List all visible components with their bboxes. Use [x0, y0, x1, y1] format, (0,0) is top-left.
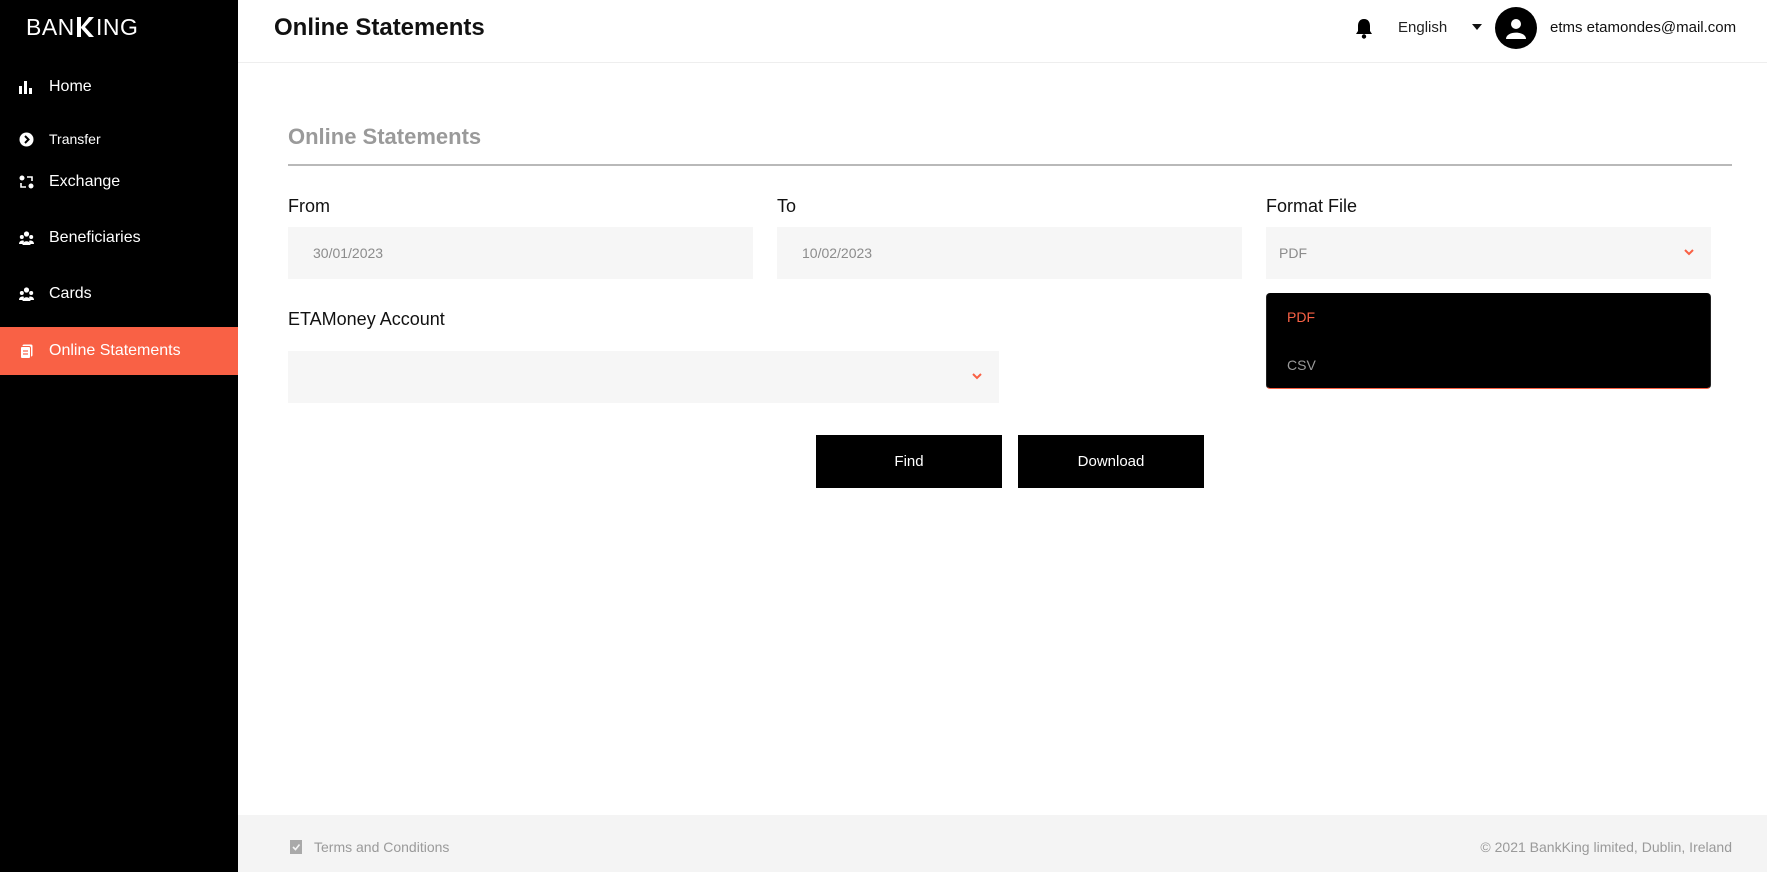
section-divider: [288, 164, 1732, 166]
svg-text:ING: ING: [96, 14, 138, 40]
chevron-down-icon: [1684, 249, 1694, 256]
sidebar-item-label: Cards: [49, 285, 92, 302]
from-label: From: [288, 196, 330, 216]
footer: Terms and Conditions © 2021 BankKing lim…: [238, 815, 1767, 872]
dropdown-option-pdf[interactable]: PDF: [1287, 309, 1315, 325]
sidebar-item-label: Home: [49, 78, 92, 95]
top-header: Online Statements English etms etamondes…: [238, 0, 1767, 63]
dropdown-option-csv[interactable]: CSV: [1287, 357, 1316, 373]
copyright-text: © 2021 BankKing limited, Dublin, Ireland: [1480, 839, 1732, 855]
sidebar-item-home[interactable]: Home: [0, 63, 238, 111]
people-icon: [18, 230, 34, 246]
account-select[interactable]: [288, 351, 999, 403]
bar-chart-icon: [18, 79, 34, 95]
checkbox-icon: [290, 840, 302, 854]
app: BAN ING Home Transfer Exchange Beneficia…: [0, 0, 1767, 872]
sidebar-item-online-statements[interactable]: Online Statements: [0, 327, 238, 375]
user-email[interactable]: etms etamondes@mail.com: [1550, 19, 1736, 36]
caret-down-icon[interactable]: [1472, 24, 1482, 30]
sidebar-item-transfer[interactable]: Transfer: [0, 115, 238, 163]
sidebar-item-cards[interactable]: Cards: [0, 270, 238, 318]
arrow-circle-icon: [18, 131, 34, 147]
section-title: Online Statements: [288, 124, 482, 149]
user-icon: [1506, 19, 1526, 39]
sidebar-item-label: Exchange: [49, 173, 121, 190]
sidebar-item-label: Beneficiaries: [49, 229, 141, 246]
format-file-label: Format File: [1266, 196, 1358, 216]
chevron-down-icon: [972, 373, 982, 380]
format-file-value: PDF: [1279, 245, 1307, 261]
from-date-input[interactable]: 30/01/2023: [288, 227, 753, 279]
language-selector[interactable]: English: [1398, 19, 1447, 36]
brand-logo[interactable]: BAN ING: [26, 14, 144, 40]
format-file-dropdown: PDF CSV: [1266, 293, 1711, 389]
sidebar: BAN ING Home Transfer Exchange Beneficia…: [0, 0, 238, 872]
sidebar-item-exchange[interactable]: Exchange: [0, 158, 238, 206]
avatar[interactable]: [1495, 7, 1537, 49]
sidebar-item-beneficiaries[interactable]: Beneficiaries: [0, 214, 238, 262]
people-icon: [18, 286, 34, 302]
to-date-input[interactable]: 10/02/2023: [777, 227, 1242, 279]
to-label: To: [777, 196, 797, 216]
format-file-select[interactable]: PDF: [1266, 227, 1711, 279]
page-title: Online Statements: [274, 14, 485, 41]
bell-icon[interactable]: [1354, 17, 1374, 39]
download-button[interactable]: Download: [1018, 435, 1204, 488]
svg-text:BAN: BAN: [26, 14, 75, 40]
sidebar-item-label: Online Statements: [49, 342, 181, 359]
banking-logo-icon: BAN ING: [26, 14, 138, 40]
terms-link[interactable]: Terms and Conditions: [314, 839, 449, 855]
account-label: ETAMoney Account: [288, 309, 445, 329]
find-button[interactable]: Find: [816, 435, 1002, 488]
document-icon: [18, 343, 34, 359]
exchange-icon: [18, 174, 34, 190]
sidebar-item-label: Transfer: [49, 131, 101, 147]
